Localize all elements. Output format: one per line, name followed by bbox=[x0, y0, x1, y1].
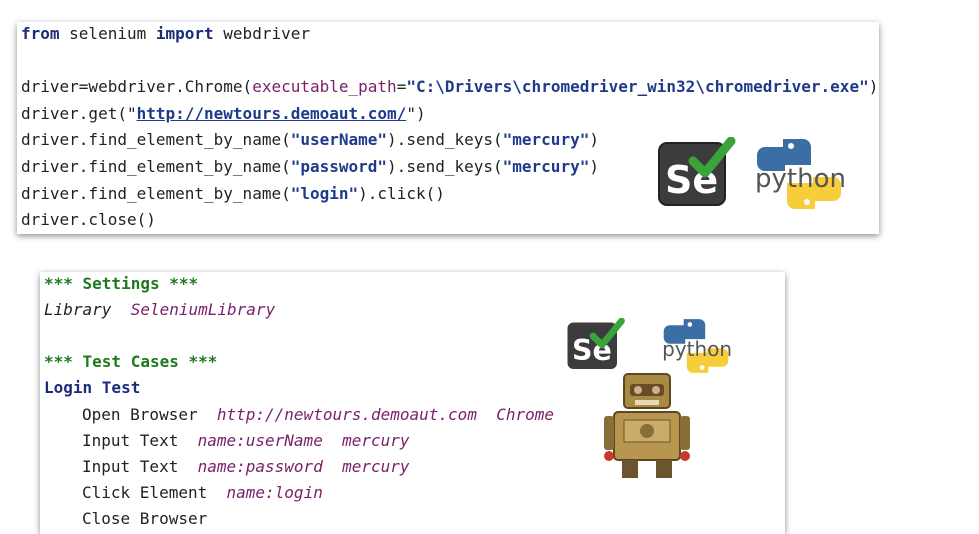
code-line-1: from selenium import webdriver bbox=[21, 24, 310, 43]
step-close-browser: Close Browser bbox=[82, 509, 208, 528]
testcase-name: Login Test bbox=[44, 378, 141, 397]
selenium-logo-icon: Se bbox=[658, 137, 736, 206]
code-line-6: driver.find_element_by_name("password").… bbox=[21, 157, 599, 176]
python-logo-icon: python bbox=[755, 139, 845, 209]
settings-header: *** Settings *** bbox=[44, 274, 199, 293]
robot-code-panel: *** Settings *** Library SeleniumLibrary… bbox=[40, 272, 785, 534]
svg-text:python: python bbox=[662, 337, 732, 361]
selenium-logo-small-icon: Se bbox=[567, 318, 625, 369]
step-open-browser: Open Browser http://newtours.demoaut.com… bbox=[82, 405, 555, 424]
library-line: Library SeleniumLibrary bbox=[44, 300, 276, 319]
testcases-header: *** Test Cases *** bbox=[44, 352, 218, 371]
step-input-username: Input Text name:userName mercury bbox=[82, 431, 410, 450]
code-line-7: driver.find_element_by_name("login").cli… bbox=[21, 184, 445, 203]
step-input-password: Input Text name:password mercury bbox=[82, 457, 410, 476]
robot-icon bbox=[604, 373, 690, 478]
code-line-5: driver.find_element_by_name("userName").… bbox=[21, 130, 599, 149]
step-click-element: Click Element name:login bbox=[82, 483, 323, 502]
python-logo-small-icon: python bbox=[662, 319, 732, 373]
code-line-8: driver.close() bbox=[21, 210, 156, 229]
code-line-4: driver.get("http://newtours.demoaut.com/… bbox=[21, 104, 426, 123]
code-line-3: driver=webdriver.Chrome(executable_path=… bbox=[21, 77, 879, 96]
python-code-panel: from selenium import webdriver driver=we… bbox=[17, 22, 879, 234]
svg-text:python: python bbox=[755, 164, 845, 194]
